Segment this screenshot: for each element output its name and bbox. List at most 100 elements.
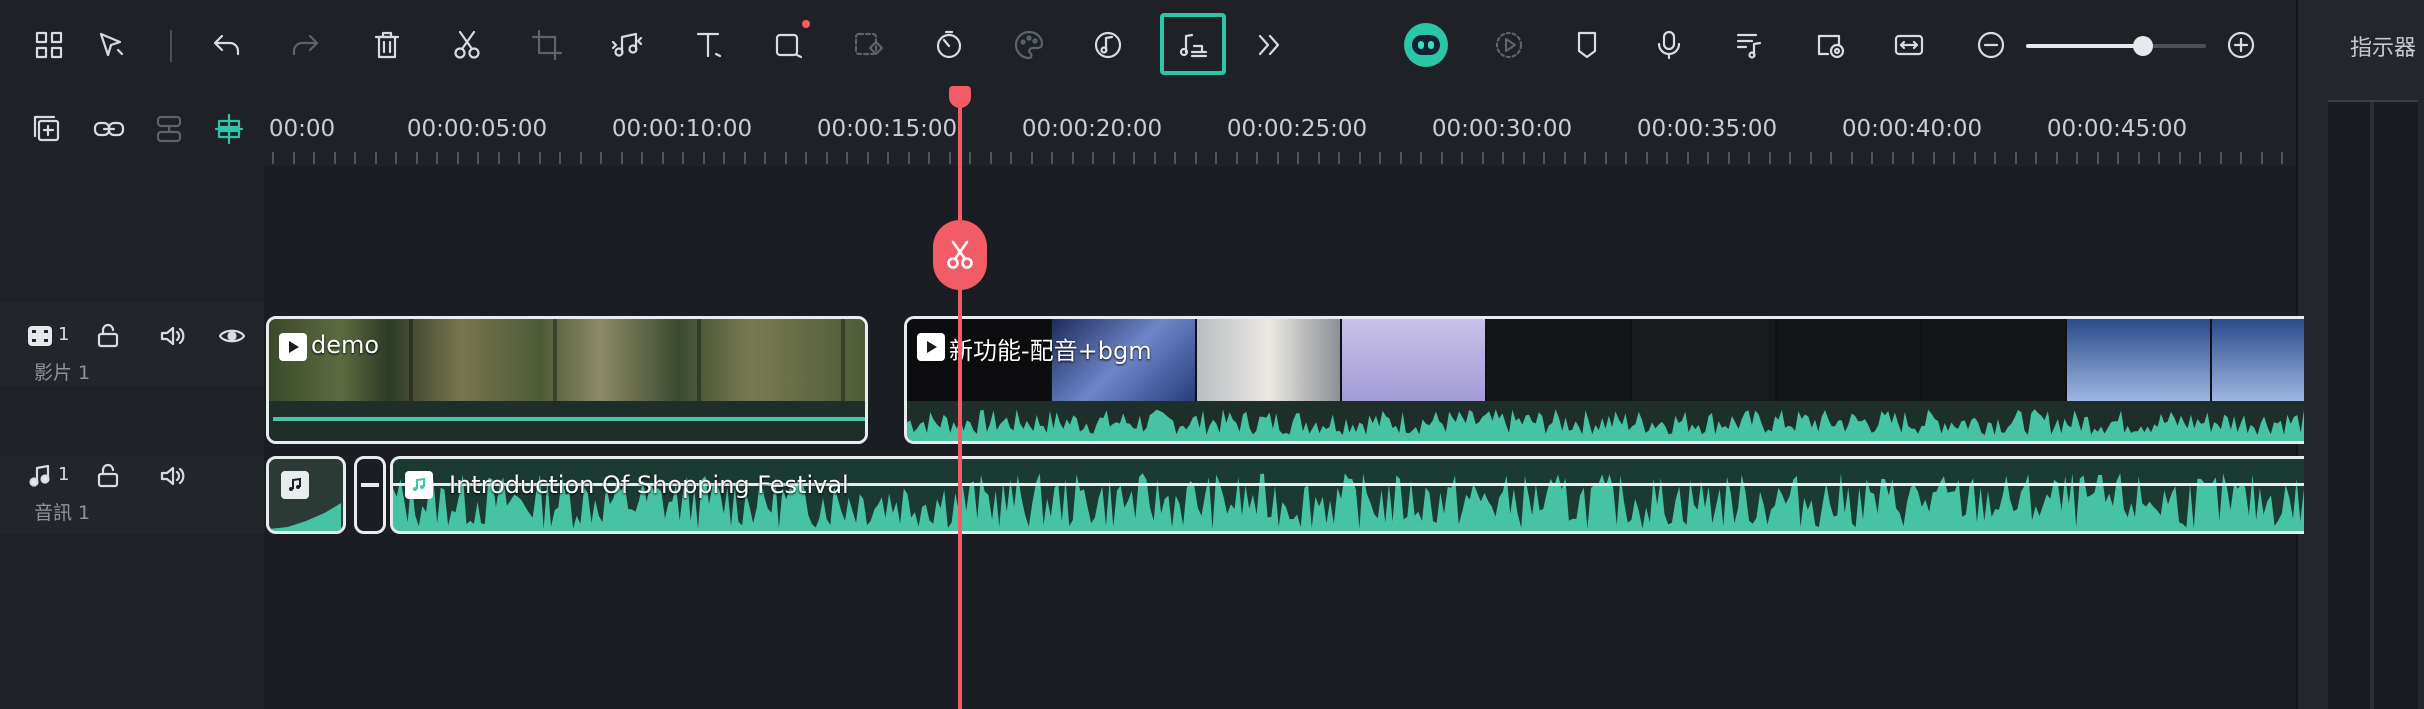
marker-icon[interactable] bbox=[1562, 20, 1612, 70]
zoom-out-icon[interactable] bbox=[1966, 20, 2016, 70]
playhead-handle[interactable] bbox=[949, 86, 971, 108]
ruler-label: 00:00:20:00 bbox=[1021, 116, 1163, 142]
ruler-tick bbox=[2076, 152, 2078, 164]
ruler-tick bbox=[908, 152, 910, 164]
color-palette-icon[interactable] bbox=[1004, 20, 1054, 70]
ruler-tick bbox=[354, 152, 356, 164]
video-track-icon bbox=[20, 316, 60, 356]
magnet-snap-icon[interactable] bbox=[204, 104, 254, 154]
ruler-tick bbox=[436, 152, 438, 164]
ruler-tick bbox=[723, 152, 725, 164]
ruler-tick bbox=[1605, 152, 1607, 164]
ruler-tick bbox=[477, 152, 479, 164]
speaker-icon[interactable] bbox=[152, 316, 192, 356]
split-cut-icon[interactable] bbox=[442, 20, 492, 70]
ruler-tick bbox=[1338, 152, 1340, 164]
ruler-tick bbox=[416, 152, 418, 164]
timeline-area[interactable]: 00:00 00:00:05:00 00:00:10:00 00:00:15:00 00… bbox=[264, 86, 2304, 709]
ruler-tick bbox=[1215, 152, 1217, 164]
audio-clip-main[interactable]: Introduction Of Shopping Festival bbox=[390, 456, 2304, 534]
ruler-tick bbox=[1789, 152, 1791, 164]
zoom-slider[interactable] bbox=[2026, 36, 2206, 56]
ruler-tick bbox=[1892, 152, 1894, 164]
crop-icon[interactable] bbox=[522, 20, 572, 70]
ruler-tick bbox=[1646, 152, 1648, 164]
speaker-icon[interactable] bbox=[152, 456, 192, 496]
video-clip-new-feature[interactable]: 新功能-配音+bgm bbox=[904, 316, 2304, 444]
track-align-icon[interactable] bbox=[144, 104, 194, 154]
ruler-tick bbox=[641, 152, 643, 164]
playhead[interactable] bbox=[958, 86, 962, 709]
layout-icon[interactable] bbox=[24, 20, 74, 70]
ruler-tick bbox=[1297, 152, 1299, 164]
ruler-tick bbox=[2097, 152, 2099, 164]
delete-icon[interactable] bbox=[362, 20, 412, 70]
ruler-tick bbox=[2015, 152, 2017, 164]
clip-waveform bbox=[907, 409, 2304, 441]
ruler-tick bbox=[928, 152, 930, 164]
ruler-tick bbox=[1461, 152, 1463, 164]
ruler-tick bbox=[1769, 152, 1771, 164]
play-icon bbox=[279, 333, 307, 361]
zoom-in-icon[interactable] bbox=[2216, 20, 2266, 70]
split-scissors-icon[interactable] bbox=[933, 220, 987, 290]
track-tools bbox=[0, 86, 264, 166]
ruler-tick bbox=[2138, 152, 2140, 164]
clip-audio-strip bbox=[269, 401, 865, 441]
clip-waveform bbox=[269, 503, 342, 531]
clip-marker bbox=[361, 483, 379, 487]
lock-icon[interactable] bbox=[88, 456, 128, 496]
ruler-tick bbox=[2117, 152, 2119, 164]
ruler-tick bbox=[1523, 152, 1525, 164]
ruler-tick bbox=[1687, 152, 1689, 164]
ai-music-icon[interactable] bbox=[1084, 20, 1134, 70]
auto-beat-icon[interactable] bbox=[1168, 20, 1218, 70]
time-ruler[interactable]: 00:00 00:00:05:00 00:00:10:00 00:00:15:00 00… bbox=[264, 86, 2296, 166]
ruler-tick bbox=[334, 152, 336, 164]
ruler-tick bbox=[2056, 152, 2058, 164]
ruler-tick bbox=[682, 152, 684, 164]
video-track-label: 影片 1 bbox=[34, 362, 91, 384]
lock-icon[interactable] bbox=[88, 316, 128, 356]
ruler-tick bbox=[293, 152, 295, 164]
add-track-icon[interactable] bbox=[22, 104, 72, 154]
ai-removal-icon[interactable] bbox=[844, 20, 894, 70]
ruler-tick bbox=[2179, 152, 2181, 164]
fit-timeline-icon[interactable] bbox=[1884, 20, 1934, 70]
zoom-slider-handle[interactable] bbox=[2133, 36, 2153, 56]
audio-track-header: 1 音訊 1 bbox=[0, 456, 264, 534]
render-preview-icon[interactable] bbox=[1484, 20, 1534, 70]
ruler-tick bbox=[2035, 152, 2037, 164]
ruler-label: 00:00:25:00 bbox=[1226, 116, 1368, 142]
more-icon[interactable] bbox=[1244, 20, 1294, 70]
ruler-tick bbox=[1318, 152, 1320, 164]
ruler-tick bbox=[826, 152, 828, 164]
meter-panel: 指示器 bbox=[2296, 0, 2424, 709]
meter-panel-title: 指示器 bbox=[2350, 36, 2417, 61]
eye-icon[interactable] bbox=[212, 316, 252, 356]
video-clip-demo[interactable]: demo bbox=[266, 316, 868, 444]
music-list-icon[interactable] bbox=[1724, 20, 1774, 70]
redo-icon[interactable] bbox=[280, 20, 330, 70]
text-icon[interactable] bbox=[684, 20, 734, 70]
clip-name: demo bbox=[311, 331, 380, 359]
ai-mate-icon[interactable] bbox=[1404, 23, 1448, 67]
link-icon[interactable] bbox=[84, 104, 134, 154]
music-note-icon bbox=[405, 471, 433, 499]
audio-clip-tiny[interactable] bbox=[354, 456, 386, 534]
audio-icon[interactable] bbox=[602, 20, 652, 70]
ruler-tick bbox=[764, 152, 766, 164]
ruler-tick bbox=[559, 152, 561, 164]
speed-icon[interactable] bbox=[924, 20, 974, 70]
audio-clip-short[interactable] bbox=[266, 456, 346, 534]
ruler-tick bbox=[1748, 152, 1750, 164]
notification-dot bbox=[802, 20, 810, 28]
editor-window: 指示器 1 影片 1 1 音訊 1 00:00 00:00:05:00 00:0… bbox=[0, 0, 2424, 709]
snapshot-icon[interactable] bbox=[1806, 20, 1856, 70]
undo-icon[interactable] bbox=[202, 20, 252, 70]
select-tool-icon[interactable] bbox=[86, 20, 136, 70]
microphone-icon[interactable] bbox=[1644, 20, 1694, 70]
ruler-tick bbox=[662, 152, 664, 164]
ruler-tick bbox=[1277, 152, 1279, 164]
track-headers: 1 影片 1 1 音訊 1 bbox=[0, 86, 264, 709]
